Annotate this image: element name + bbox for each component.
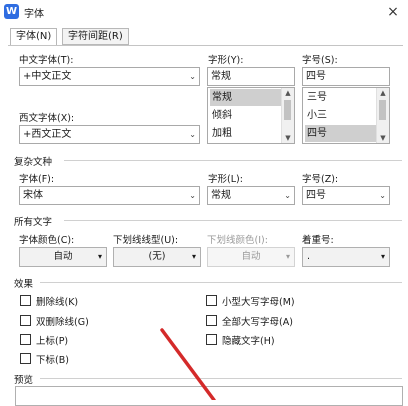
annotation-arrow-line [160,328,216,400]
annotation-arrow [160,328,216,400]
